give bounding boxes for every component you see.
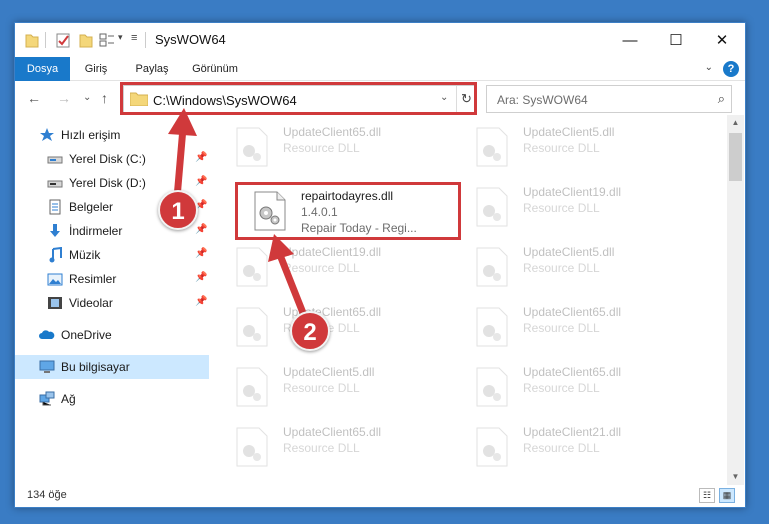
arrowhead-2 (268, 234, 294, 262)
arrow-1 (173, 127, 187, 199)
callout-badge-2: 2 (290, 311, 330, 351)
arrow-2 (276, 253, 309, 320)
annotation-arrows (168, 108, 309, 320)
arrowhead-1 (168, 108, 197, 136)
callout-badge-1: 1 (158, 190, 198, 230)
